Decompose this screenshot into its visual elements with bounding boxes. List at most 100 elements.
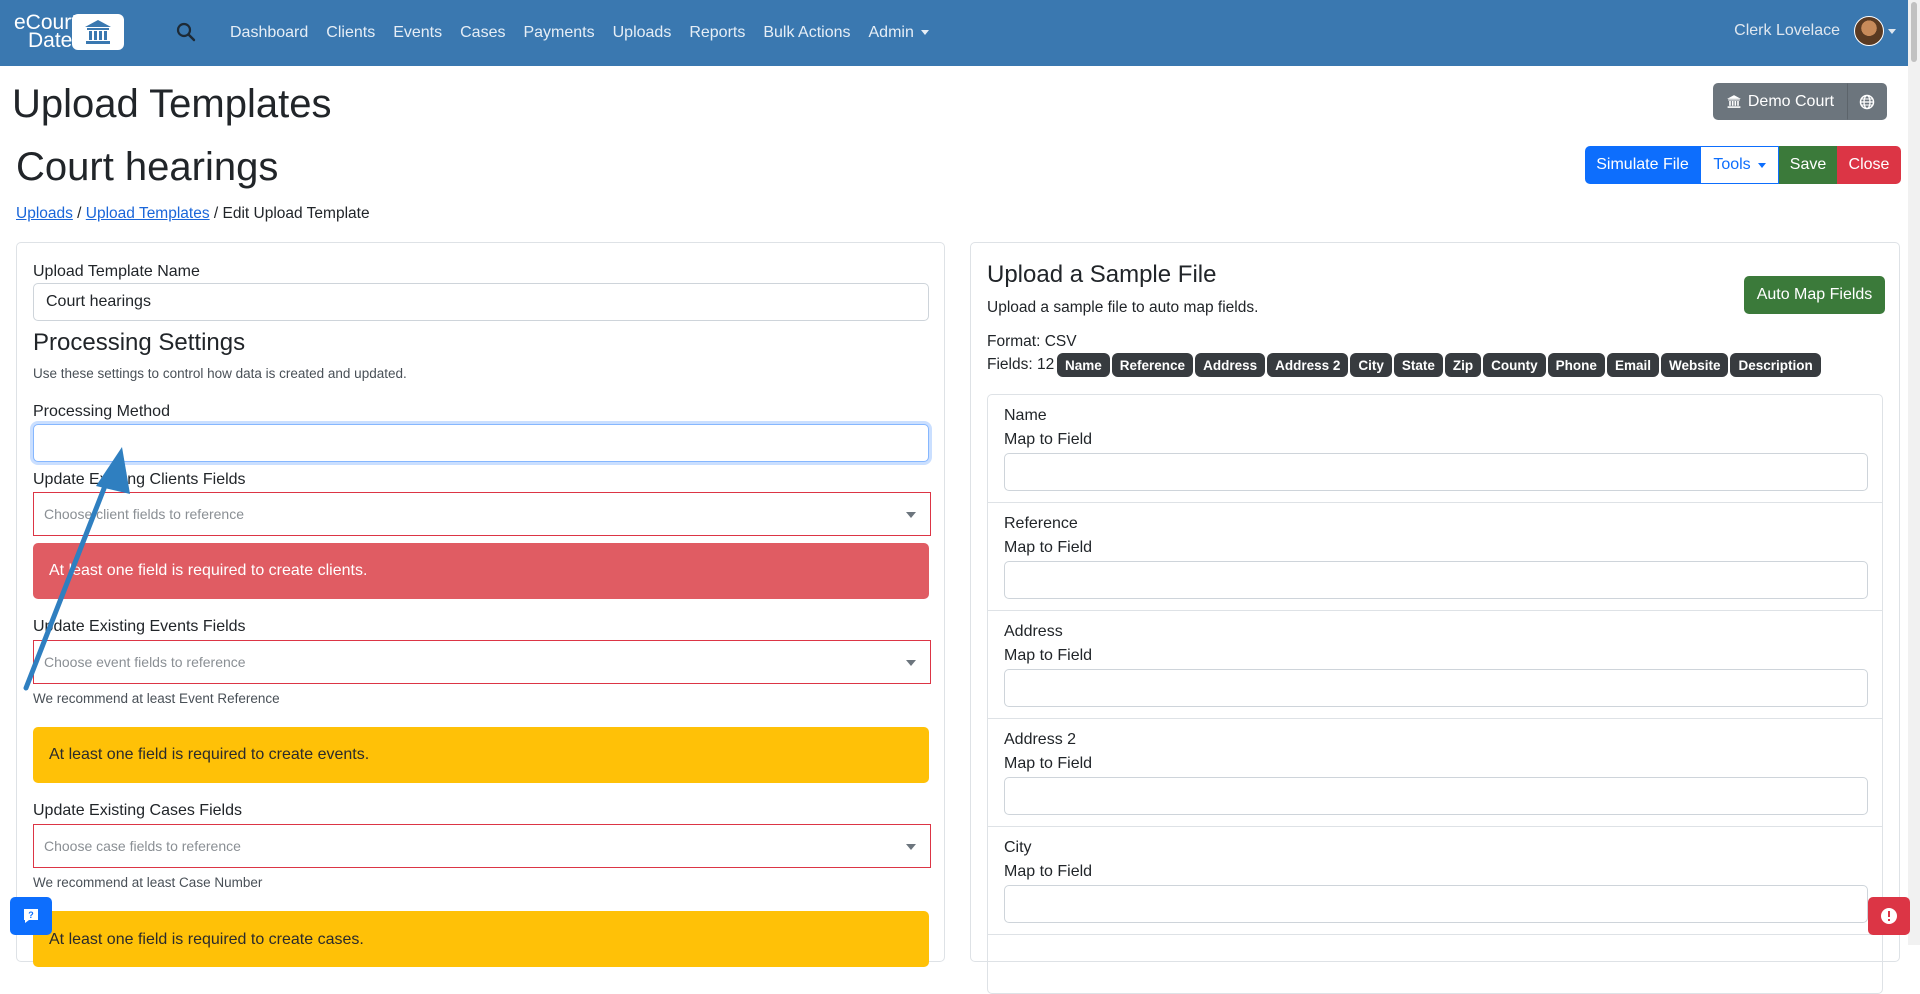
clients-fields-select[interactable]: Choose client fields to reference — [33, 492, 931, 536]
events-fields-select[interactable]: Choose event fields to reference — [33, 640, 931, 684]
processing-method-label: Processing Method — [33, 403, 170, 420]
court-switcher: Demo Court — [1713, 83, 1887, 120]
mapping-row-address: Address Map to Field — [988, 611, 1882, 719]
map-to-field-label: Map to Field — [1004, 539, 1093, 556]
tools-label: Tools — [1713, 156, 1751, 173]
save-button[interactable]: Save — [1779, 146, 1837, 184]
mapping-source-field: Name — [1004, 407, 1047, 424]
user-name: Clerk Lovelace — [1734, 22, 1840, 39]
nav-events[interactable]: Events — [393, 24, 442, 42]
cases-required-alert: At least one field is required to create… — [33, 911, 929, 967]
field-badge: Description — [1730, 353, 1821, 377]
feedback-button[interactable]: ? — [10, 897, 52, 935]
breadcrumb-separator: / — [72, 205, 86, 222]
events-required-alert: At least one field is required to create… — [33, 727, 929, 783]
field-badges: Name Reference Address Address 2 City St… — [1057, 353, 1823, 377]
cases-fields-select[interactable]: Choose case fields to reference — [33, 824, 931, 868]
mapping-row-city: City Map to Field — [988, 827, 1882, 935]
svg-text:?: ? — [28, 910, 34, 920]
avatar — [1854, 16, 1884, 46]
map-to-field-label: Map to Field — [1004, 431, 1093, 448]
breadcrumb-current: Edit Upload Template — [222, 205, 370, 222]
mapping-source-field: Address — [1004, 623, 1063, 640]
fields-count: Fields: 12 — [987, 356, 1055, 373]
demo-court-button[interactable]: Demo Court — [1713, 83, 1847, 120]
nav-reports[interactable]: Reports — [689, 24, 745, 42]
chevron-down-icon — [920, 30, 929, 36]
chevron-down-icon — [1757, 162, 1766, 168]
template-actions: Simulate File Tools Save Close — [1585, 146, 1901, 184]
mapping-row-reference: Reference Map to Field — [988, 503, 1882, 611]
nav-uploads[interactable]: Uploads — [613, 24, 672, 42]
chat-icon: ? — [24, 909, 38, 923]
brand-logo[interactable]: eCourt Date — [14, 11, 124, 52]
field-badge: Address 2 — [1267, 353, 1349, 377]
courthouse-icon — [1726, 95, 1741, 108]
top-navbar: eCourt Date Dashboard Clients Events Cas… — [0, 0, 1920, 66]
mapping-source-field: Reference — [1004, 515, 1078, 532]
error-report-button[interactable] — [1868, 897, 1910, 935]
auto-map-fields-button[interactable]: Auto Map Fields — [1744, 276, 1885, 314]
close-button[interactable]: Close — [1837, 146, 1901, 184]
events-fields-placeholder: Choose event fields to reference — [44, 654, 246, 670]
field-mapping-list: Name Map to Field Reference Map to Field… — [987, 394, 1883, 994]
events-fields-help: We recommend at least Event Reference — [33, 691, 280, 706]
language-button[interactable] — [1847, 83, 1887, 120]
field-badge: City — [1350, 353, 1392, 377]
nav-payments[interactable]: Payments — [523, 24, 594, 42]
brand-text: eCourt Date — [14, 11, 78, 52]
page-scrollbar[interactable] — [1908, 0, 1920, 945]
template-name-input[interactable]: Court hearings — [33, 283, 929, 321]
breadcrumb-upload-templates[interactable]: Upload Templates — [86, 205, 210, 222]
mapping-source-field: City — [1004, 839, 1032, 856]
breadcrumb-uploads[interactable]: Uploads — [16, 205, 73, 222]
courthouse-icon — [72, 14, 124, 50]
nav-admin-dropdown[interactable]: Admin — [869, 24, 929, 42]
map-to-field-input[interactable] — [1004, 885, 1868, 923]
globe-icon — [1859, 94, 1875, 109]
nav-bulk-actions[interactable]: Bulk Actions — [763, 24, 850, 42]
nav-clients[interactable]: Clients — [326, 24, 375, 42]
map-to-field-label: Map to Field — [1004, 755, 1093, 772]
map-to-field-input[interactable] — [1004, 669, 1868, 707]
map-to-field-input[interactable] — [1004, 453, 1868, 491]
field-badge: Reference — [1111, 353, 1194, 377]
scrollbar-thumb[interactable] — [1911, 2, 1917, 62]
mapping-source-field: Address 2 — [1004, 731, 1077, 748]
chevron-down-icon — [906, 660, 916, 666]
simulate-file-button[interactable]: Simulate File — [1585, 146, 1700, 184]
user-menu[interactable]: Clerk Lovelace — [1734, 16, 1896, 46]
field-badge: Website — [1660, 353, 1729, 377]
alert-icon — [1881, 908, 1897, 924]
processing-method-input[interactable] — [33, 424, 929, 462]
map-to-field-input[interactable] — [1004, 777, 1868, 815]
template-name-label: Upload Template Name — [33, 263, 200, 280]
sample-file-heading: Upload a Sample File — [987, 261, 1217, 288]
template-settings-card: Upload Template Name Court hearings Proc… — [16, 242, 945, 967]
nav-dashboard[interactable]: Dashboard — [230, 24, 308, 42]
sample-file-card: Upload a Sample File Upload a sample fil… — [970, 242, 1900, 994]
field-badge: Phone — [1547, 353, 1605, 377]
file-format: Format: CSV — [987, 333, 1077, 350]
processing-settings-help: Use these settings to control how data i… — [33, 366, 407, 381]
map-to-field-label: Map to Field — [1004, 647, 1093, 664]
mapping-row-name: Name Map to Field — [988, 395, 1882, 503]
clients-required-alert: At least one field is required to create… — [33, 543, 929, 599]
nav-admin-label: Admin — [868, 24, 914, 41]
nav-cases[interactable]: Cases — [460, 24, 505, 42]
nav-links: Dashboard Clients Events Cases Payments … — [230, 0, 947, 66]
chevron-down-icon — [906, 844, 916, 850]
template-title: Court hearings — [16, 145, 279, 189]
search-icon[interactable] — [176, 22, 196, 47]
clients-fields-placeholder: Choose client fields to reference — [44, 506, 244, 522]
events-fields-label: Update Existing Events Fields — [33, 618, 246, 635]
cases-fields-help: We recommend at least Case Number — [33, 875, 263, 890]
tools-dropdown-button[interactable]: Tools — [1700, 146, 1779, 184]
cases-fields-label: Update Existing Cases Fields — [33, 802, 242, 819]
field-badge: County — [1483, 353, 1546, 377]
map-to-field-input[interactable] — [1004, 561, 1868, 599]
field-badge: Zip — [1444, 353, 1482, 377]
breadcrumb: Uploads / Upload Templates / Edit Upload… — [16, 205, 370, 223]
breadcrumb-separator: / — [209, 205, 223, 222]
chevron-down-icon — [1888, 28, 1896, 34]
